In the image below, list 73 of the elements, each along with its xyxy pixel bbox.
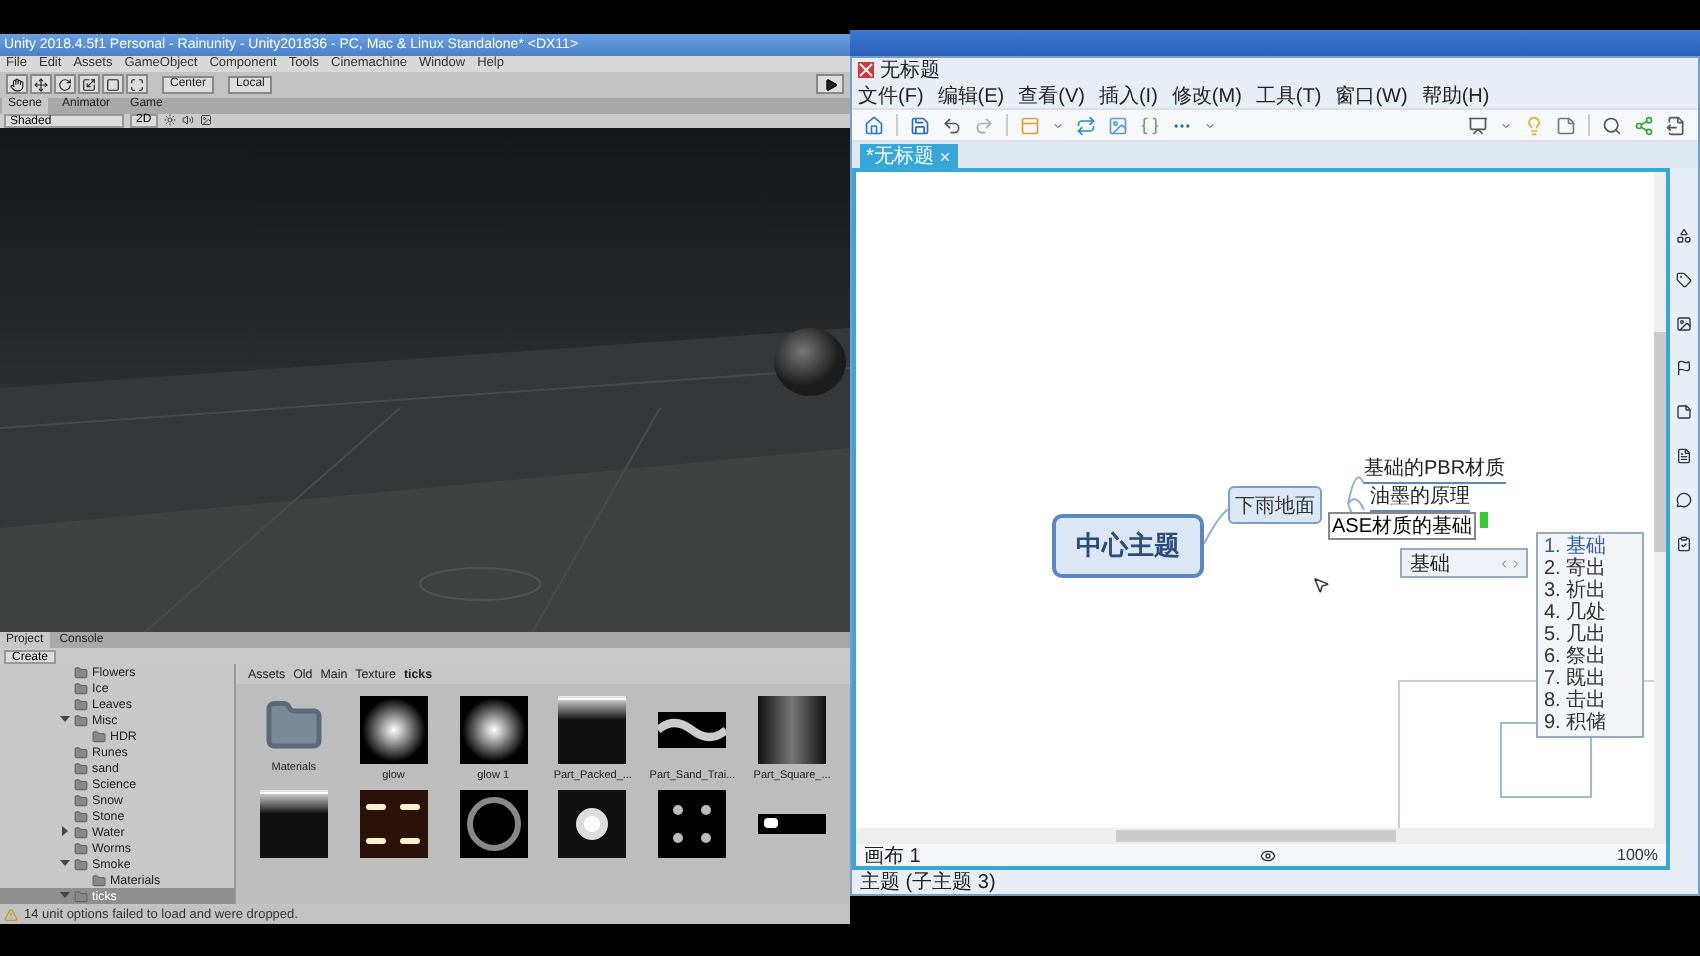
flag-icon[interactable] (1676, 360, 1692, 376)
play-button[interactable] (816, 74, 844, 95)
speaker-icon[interactable] (181, 114, 194, 127)
save-icon[interactable] (910, 115, 930, 135)
sun-icon[interactable] (163, 114, 176, 127)
boundary-icon[interactable] (1140, 115, 1160, 135)
candidate-item[interactable]: 5. 几出 (1544, 624, 1636, 646)
text-cursor-icon (1480, 512, 1488, 528)
candidate-item[interactable]: 4. 几处 (1544, 602, 1636, 624)
menu-item[interactable]: 修改(M) (1171, 81, 1242, 109)
app-logo-icon (858, 62, 874, 78)
menu-item[interactable]: 查看(V) (1018, 81, 1085, 109)
comment-icon[interactable] (1676, 492, 1692, 508)
central-topic[interactable]: 中心主题 (1052, 514, 1204, 578)
tag-icon[interactable] (1676, 272, 1692, 288)
caret-icon[interactable] (1500, 119, 1512, 131)
vertical-scrollbar[interactable] (1654, 172, 1666, 828)
candidate-item[interactable]: 9. 积储 (1544, 712, 1636, 734)
caret-icon[interactable] (1052, 119, 1064, 131)
transform-tool-button[interactable] (126, 74, 148, 95)
collapsed-arrow-icon[interactable] (60, 825, 70, 836)
folder-icon (92, 729, 106, 744)
image-icon[interactable] (199, 114, 212, 127)
play-icon (823, 77, 837, 92)
zoom-level: 100% (1617, 846, 1658, 864)
hand-tool-button[interactable] (6, 74, 28, 95)
menu-item[interactable]: 编辑(E) (937, 81, 1005, 109)
status-text: 主题 (子主题 3) (858, 870, 998, 894)
folder-icon (74, 889, 88, 904)
rect-tool-button[interactable] (102, 74, 124, 95)
menu-item[interactable]: 帮助(H) (1421, 81, 1490, 109)
clipboard-icon[interactable] (1676, 536, 1692, 552)
note-icon[interactable] (1676, 404, 1692, 420)
menu-item[interactable]: 文件(F) (858, 81, 924, 109)
candidate-item[interactable]: 7. 既出 (1544, 668, 1636, 690)
horizontal-scrollbar[interactable] (856, 828, 1666, 844)
candidate-item[interactable]: 6. 祭出 (1544, 646, 1636, 668)
candidate-item[interactable]: 1. 基础 (1544, 536, 1636, 558)
share-icon[interactable] (1634, 115, 1654, 135)
scale-tool-button[interactable] (78, 74, 100, 95)
warning-icon (4, 907, 18, 922)
close-icon[interactable] (937, 149, 952, 163)
menu-item[interactable]: 窗口(W) (1335, 81, 1408, 109)
presentation-icon[interactable] (1468, 115, 1488, 135)
expanded-arrow-icon[interactable] (60, 857, 70, 868)
sheet-tab[interactable]: 画布 1 (864, 841, 921, 869)
caret-icon[interactable] (1204, 119, 1216, 131)
menu-item[interactable]: 工具(T) (1255, 81, 1322, 109)
home-icon[interactable] (864, 115, 884, 135)
subtopic[interactable]: 基础的PBR材质 (1364, 458, 1506, 484)
expanded-arrow-icon[interactable] (60, 889, 70, 900)
candidate-item[interactable]: 2. 寄出 (1544, 558, 1636, 580)
document-icon[interactable] (1676, 448, 1692, 464)
candidate-item[interactable]: 8. 击出 (1544, 690, 1636, 712)
move-tool-button[interactable] (30, 74, 52, 95)
candidate-item[interactable]: 3. 祈出 (1544, 580, 1636, 602)
relationship-icon[interactable] (1076, 115, 1096, 135)
expanded-arrow-icon[interactable] (60, 713, 70, 724)
shapes-icon[interactable] (1676, 228, 1692, 244)
undo-icon[interactable] (942, 115, 962, 135)
menu-item[interactable]: 插入(I) (1098, 81, 1158, 109)
mouse-pointer-icon (1312, 576, 1330, 594)
export-icon[interactable] (1666, 115, 1686, 135)
ime-composition: 基础 (1400, 548, 1528, 578)
topic-edit-field[interactable]: ASE材质的基础 (1328, 512, 1476, 540)
rotate-tool-button[interactable] (54, 74, 76, 95)
window-title: 无标题 (880, 57, 940, 84)
folder-icon (92, 873, 106, 888)
note-icon[interactable] (1556, 115, 1576, 135)
main-topic[interactable]: 下雨地面 (1228, 486, 1322, 524)
search-icon[interactable] (1602, 115, 1622, 135)
image-icon[interactable] (1676, 316, 1692, 332)
eye-icon[interactable] (1260, 847, 1277, 863)
